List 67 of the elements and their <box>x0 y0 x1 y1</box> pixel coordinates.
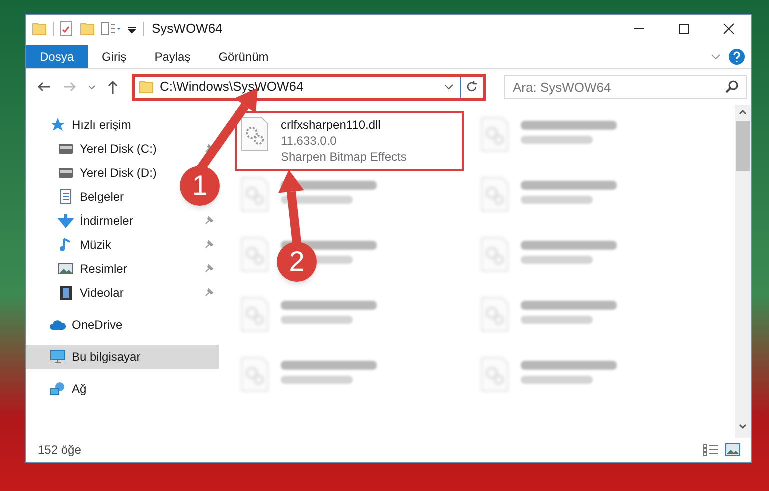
ribbon-tab[interactable]: Giriş <box>88 45 141 68</box>
nav-item[interactable]: Ağ <box>26 377 219 401</box>
file-name: crlfxsharpen110.dll <box>281 117 382 133</box>
blurred-text-bar <box>521 256 593 264</box>
blurred-file-icon <box>481 357 509 392</box>
dll-file-icon <box>241 117 269 152</box>
nav-label: OneDrive <box>72 317 123 334</box>
window-title: SysWOW64 <box>152 20 223 38</box>
nav-label: Ağ <box>72 381 87 398</box>
file-detail: Sharpen Bitmap Effects <box>281 149 407 165</box>
drive-icon <box>58 141 74 157</box>
blurred-file-icon <box>481 297 509 332</box>
blurred-file-icon <box>241 357 269 392</box>
item-count: 152 öğe <box>38 442 82 459</box>
nav-item[interactable]: Hızlı erişim <box>26 113 219 137</box>
scrollbar-thumb[interactable] <box>736 121 750 171</box>
nav-item[interactable]: Videolar <box>80 284 124 302</box>
scrollbar[interactable] <box>735 105 751 438</box>
search-icon[interactable] <box>725 80 739 94</box>
address-path: C:\Windows\SysWOW64 <box>160 78 304 96</box>
nav-item[interactable]: Belgeler <box>80 188 124 206</box>
details-view-icon[interactable] <box>703 443 719 457</box>
blurred-text-bar <box>281 376 353 384</box>
file-tile[interactable]: crlfxsharpen110.dll 11.633.0.0 Sharpen Bitmap Effects <box>235 111 464 171</box>
help-icon[interactable] <box>729 48 745 64</box>
nav-item[interactable]: Yerel Disk (C:) <box>80 140 157 158</box>
nav-item[interactable]: Yerel Disk (D:) <box>80 164 157 182</box>
document-icon <box>58 189 74 205</box>
nav-item[interactable]: Bu bilgisayar <box>26 345 219 369</box>
nav-label: Hızlı erişim <box>72 117 132 134</box>
nav-item[interactable]: OneDrive <box>26 313 219 337</box>
monitor-icon <box>50 349 66 365</box>
drive-icon <box>58 165 74 181</box>
blurred-file-icon <box>241 177 269 212</box>
network-icon <box>50 381 66 397</box>
blurred-text-bar <box>521 136 593 144</box>
blurred-text-bar <box>521 376 593 384</box>
blurred-file-icon <box>481 117 509 152</box>
ribbon-tab[interactable]: Paylaş <box>140 45 205 68</box>
nav-item[interactable]: İndirmeler <box>80 212 134 230</box>
nav-item[interactable]: Müzik <box>80 236 112 254</box>
blurred-file-icon <box>241 237 269 272</box>
nav-item[interactable]: Resimler <box>80 260 128 278</box>
download-arrow-icon <box>58 213 74 229</box>
refresh-icon[interactable] <box>465 80 479 94</box>
close-icon[interactable] <box>720 21 736 37</box>
film-icon <box>58 285 74 301</box>
address-bar[interactable]: C:\Windows\SysWOW64 <box>132 74 486 100</box>
blurred-file-icon <box>481 177 509 212</box>
blurred-text-bar <box>521 196 593 204</box>
up-arrow-icon[interactable] <box>106 79 120 95</box>
blurred-file-icon <box>481 237 509 272</box>
blurred-text-bar <box>521 316 593 324</box>
blurred-text-bar <box>281 316 353 324</box>
file-detail: 11.633.0.0 <box>281 133 338 149</box>
star-icon <box>50 117 66 133</box>
ribbon-tab[interactable]: Dosya <box>26 45 88 68</box>
blurred-file-icon <box>241 297 269 332</box>
folder-icon <box>139 79 154 95</box>
properties-icon[interactable] <box>101 21 121 37</box>
checklist-icon[interactable] <box>60 21 74 37</box>
ribbon-tab[interactable]: Görünüm <box>204 45 283 68</box>
chevron-down-icon[interactable] <box>444 82 454 92</box>
nav-label: Bu bilgisayar <box>72 349 141 366</box>
large-icons-view-icon[interactable] <box>725 443 741 457</box>
picture-icon <box>58 261 74 277</box>
search-field[interactable]: Ara: SysWOW64 <box>504 75 747 99</box>
